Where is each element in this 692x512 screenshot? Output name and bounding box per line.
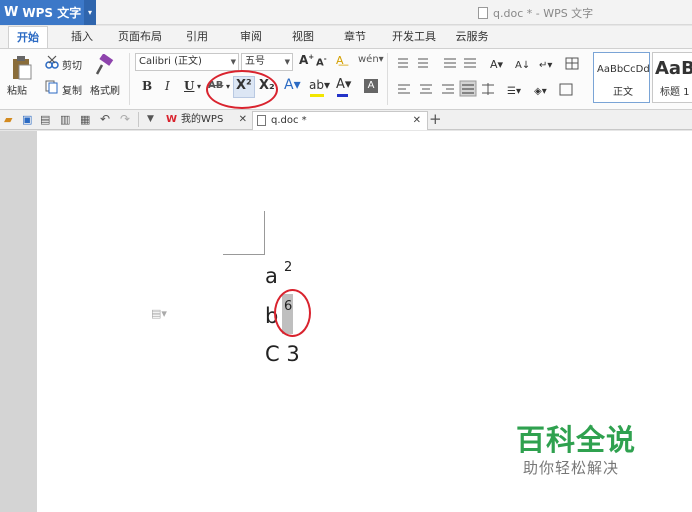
- format-painter-icon[interactable]: [94, 54, 114, 76]
- shrink-font-icon[interactable]: A-: [316, 55, 327, 68]
- svg-text:A▾: A▾: [490, 58, 504, 71]
- underline-button[interactable]: U: [184, 79, 194, 93]
- tab-developer[interactable]: 开发工具: [388, 26, 440, 48]
- font-color-swatch: [337, 94, 348, 97]
- export-pdf-icon[interactable]: ▤: [40, 113, 50, 126]
- font-size-value: 五号: [245, 56, 265, 67]
- close-icon[interactable]: ✕: [413, 112, 421, 130]
- font-color-icon[interactable]: A▾: [336, 77, 351, 92]
- print-preview-icon[interactable]: ▥: [60, 113, 70, 126]
- svg-text:↵▾: ↵▾: [539, 60, 552, 71]
- cut-label[interactable]: 剪切: [62, 57, 82, 72]
- wps-app-menu-button[interactable]: W WPS 文字 ▾: [0, 0, 96, 25]
- wps-logo-icon: W: [4, 5, 19, 20]
- style-normal-preview: AaBbCcDd: [597, 64, 650, 75]
- tab-my-wps[interactable]: W 我的WPS ✕: [162, 111, 251, 130]
- group-divider: [129, 53, 130, 105]
- document-icon: [257, 114, 266, 126]
- document-icon: [478, 7, 488, 19]
- toolbar-divider: [138, 112, 139, 127]
- undo-icon[interactable]: ↶: [100, 112, 110, 126]
- print-icon[interactable]: ▦: [80, 113, 90, 126]
- superscript-2[interactable]: 2: [284, 260, 292, 275]
- bold-button[interactable]: B: [142, 79, 152, 93]
- document-tab-strip: ▰ ▣ ▤ ▥ ▦ ↶ ↷ ▼ W 我的WPS ✕ q.doc * ✕ +: [0, 110, 692, 130]
- char-shading-icon[interactable]: A: [364, 79, 378, 93]
- highlight-color-swatch: [310, 94, 324, 97]
- chevron-down-icon[interactable]: ▾: [84, 0, 96, 25]
- redo-icon[interactable]: ↷: [120, 112, 130, 126]
- ribbon: 粘贴 剪切 复制 格式刷 Calibri (正文) ▼ 五号 ▼ A+ A- A…: [0, 48, 692, 110]
- paste-label[interactable]: 粘贴: [7, 82, 27, 97]
- new-tab-plus-icon[interactable]: +: [429, 110, 442, 128]
- doc-line-a[interactable]: a: [265, 264, 278, 288]
- window-title-text: q.doc * - WPS 文字: [493, 7, 594, 20]
- save-icon[interactable]: ▣: [22, 113, 32, 126]
- tab-review[interactable]: 审阅: [234, 26, 268, 48]
- paste-icon[interactable]: [10, 55, 34, 81]
- style-heading-preview: AaB: [655, 58, 692, 79]
- svg-text:☰▾: ☰▾: [507, 86, 521, 97]
- format-painter-label[interactable]: 格式刷: [90, 82, 120, 97]
- chevron-down-icon: ▼: [230, 58, 236, 66]
- font-name-select[interactable]: Calibri (正文) ▼: [135, 53, 239, 71]
- document-workspace: ▤▾ a 2 b 6 C 3 百科全说 助你轻松解决: [0, 131, 692, 512]
- paragraph-tools-icon[interactable]: A▾ A↓ ↵▾ ☰▾ ◈▾: [394, 55, 584, 99]
- document-page[interactable]: ▤▾ a 2 b 6 C 3 百科全说 助你轻松解决: [37, 131, 692, 512]
- phonetic-guide-icon[interactable]: wén▾: [358, 54, 384, 65]
- menu-bar: 开始 插入 页面布局 引用 审阅 视图 章节 开发工具 云服务: [0, 26, 692, 48]
- italic-button[interactable]: I: [165, 79, 170, 93]
- group-divider: [387, 53, 388, 105]
- quick-access-dropdown[interactable]: ▼: [147, 114, 154, 124]
- watermark-subtitle: 助你轻松解决: [523, 459, 620, 477]
- svg-text:◈▾: ◈▾: [534, 86, 547, 97]
- scissors-icon[interactable]: [45, 55, 59, 69]
- margin-corner-mark: [264, 211, 265, 254]
- annotation-circle-superscript-text: [274, 289, 311, 337]
- annotation-circle-superscript: [206, 70, 278, 109]
- grow-font-icon[interactable]: A+: [299, 53, 314, 67]
- font-size-select[interactable]: 五号 ▼: [241, 53, 293, 71]
- app-name: WPS 文字: [22, 6, 82, 20]
- svg-text:A↓: A↓: [515, 60, 530, 71]
- open-folder-icon[interactable]: ▰: [4, 113, 12, 126]
- style-normal[interactable]: AaBbCcDd 正文: [593, 52, 650, 103]
- tab-insert[interactable]: 插入: [64, 26, 100, 48]
- close-icon[interactable]: ✕: [239, 111, 247, 129]
- title-bar: W WPS 文字 ▾ q.doc * - WPS 文字: [0, 0, 692, 25]
- style-normal-label: 正文: [613, 87, 633, 98]
- style-heading-1[interactable]: AaB 标题 1: [652, 52, 692, 103]
- tab-chapter[interactable]: 章节: [338, 26, 372, 48]
- tab-q-doc-label: q.doc *: [271, 115, 307, 126]
- margin-corner-mark: [223, 254, 265, 255]
- text-effect-icon[interactable]: A▾: [284, 77, 301, 93]
- wps-red-logo-icon: W: [166, 114, 178, 125]
- paragraph-layout-icon[interactable]: ▤▾: [151, 307, 167, 320]
- left-margin-strip: [0, 131, 37, 512]
- doc-line-c[interactable]: C 3: [265, 342, 300, 366]
- tab-references[interactable]: 引用: [180, 26, 214, 48]
- watermark-title: 百科全说: [516, 423, 637, 457]
- window-title: q.doc * - WPS 文字: [478, 5, 593, 21]
- chevron-down-icon[interactable]: ▾: [197, 82, 201, 91]
- tab-view[interactable]: 视图: [286, 26, 320, 48]
- highlight-color-icon[interactable]: ab▾: [309, 78, 330, 92]
- clear-format-icon[interactable]: A͟: [336, 54, 344, 67]
- tab-page-layout[interactable]: 页面布局: [114, 26, 166, 48]
- tab-my-wps-label: 我的WPS: [181, 114, 224, 125]
- tab-cloud-service[interactable]: 云服务: [450, 26, 494, 48]
- chevron-down-icon: ▼: [284, 58, 290, 66]
- tab-home[interactable]: 开始: [8, 26, 48, 48]
- copy-icon[interactable]: [45, 80, 59, 94]
- copy-label[interactable]: 复制: [62, 82, 82, 97]
- font-name-value: Calibri (正文): [139, 56, 202, 67]
- style-heading-label: 标题 1: [660, 87, 690, 98]
- tab-q-doc[interactable]: q.doc * ✕: [252, 111, 428, 130]
